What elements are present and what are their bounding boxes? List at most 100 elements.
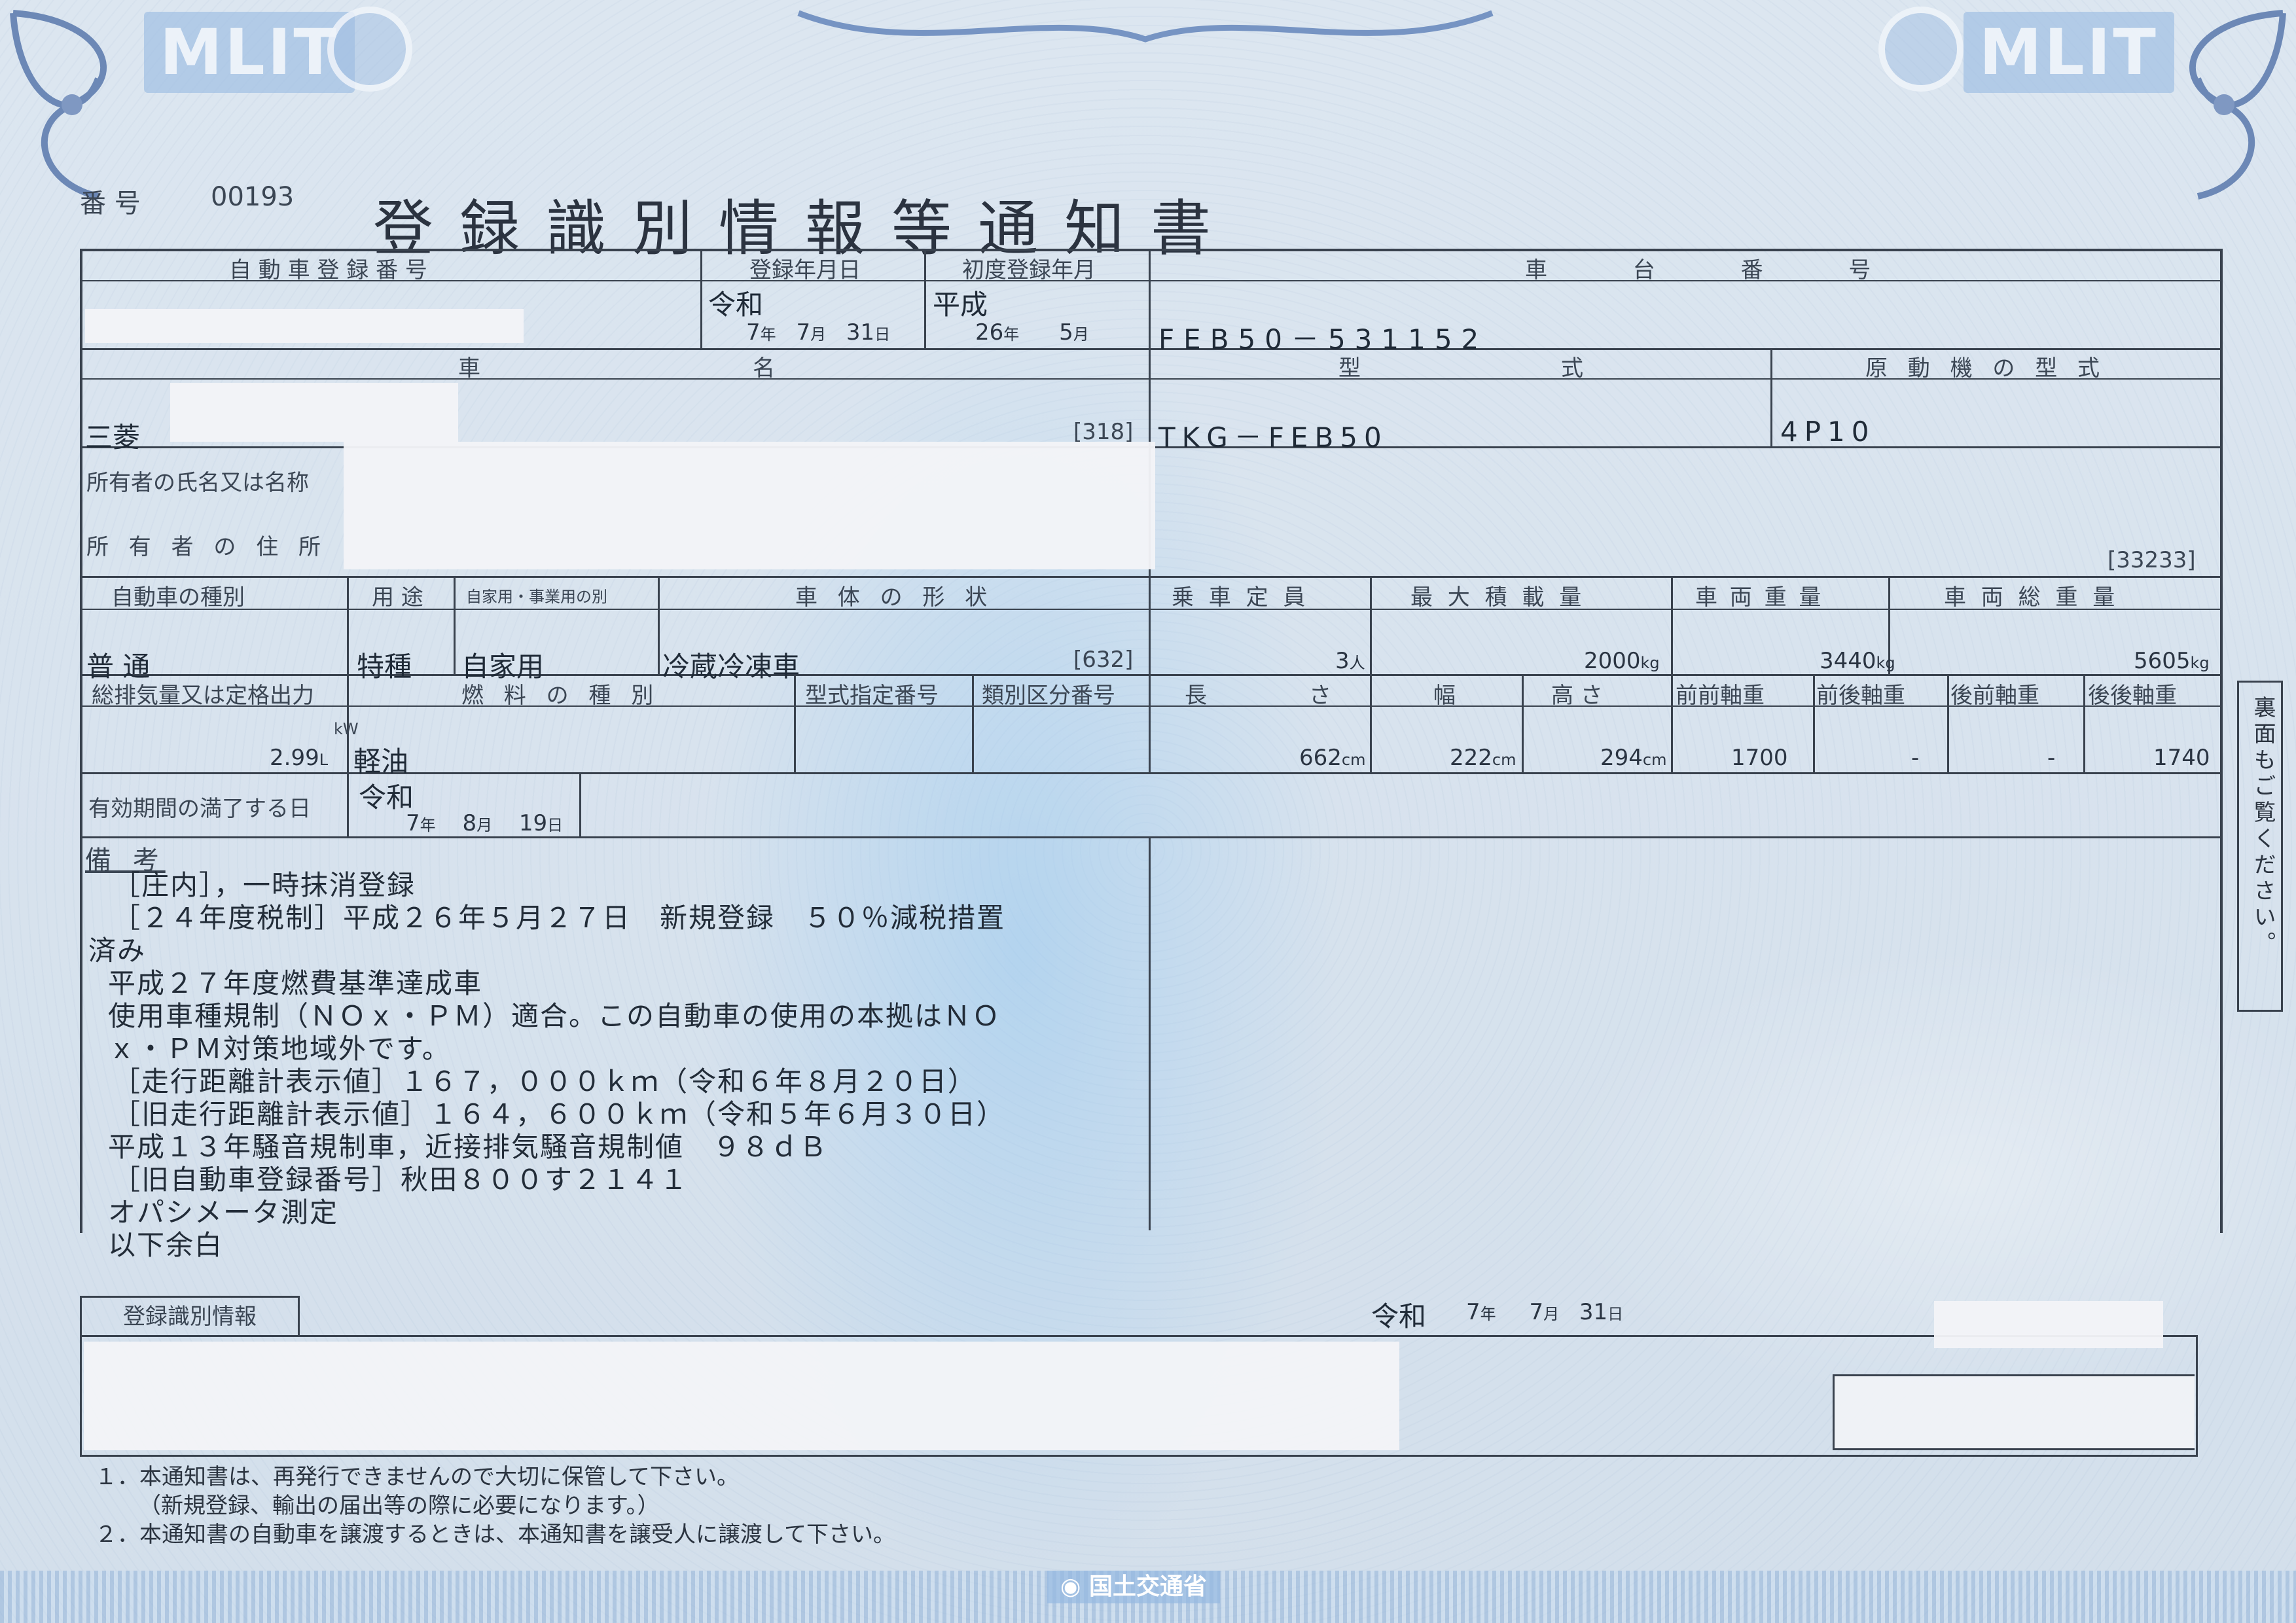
registration-era: 令和 — [708, 289, 764, 321]
note-line: ２．本通知書の自動車を譲渡するときは、本通知書を譲受人に譲渡して下さい。 — [95, 1522, 895, 1548]
divider — [700, 249, 702, 348]
expiry-label: 有効期間の満了する日 — [88, 796, 311, 822]
engine-model-label: 原 動 機 の 型 式 — [1865, 355, 2107, 382]
fuel-type-value: 軽油 — [353, 745, 409, 777]
front-rear-axle-value: - — [1911, 745, 1920, 771]
mlit-logo-left: MLIT — [144, 12, 355, 93]
first-registration-date: 26年 5月 — [975, 319, 1089, 346]
body-shape-value: 冷蔵冷凍車 — [662, 651, 800, 683]
divider — [658, 576, 660, 674]
remark-line: 以下余白 — [108, 1229, 224, 1261]
remark-line: ［走行距離計表示値］１６７，０００ｋｍ（令和６年８月２０日） — [113, 1065, 977, 1097]
width-value: 222cm — [1450, 745, 1516, 771]
redacted-reg-info — [84, 1342, 1399, 1450]
height-value: 294cm — [1600, 745, 1667, 771]
remark-line: ［庄内］，一時抹消登録 — [113, 869, 416, 901]
footer-logo-text: 国土交通省 — [1088, 1573, 1207, 1600]
corner-ornament-left — [10, 10, 107, 200]
divider — [347, 772, 349, 838]
document-number-label: 番 号 — [80, 188, 141, 219]
vehicle-name: 三菱 — [85, 421, 141, 454]
redacted-registration-number — [85, 309, 524, 343]
vehicle-name-code: [318] — [1073, 419, 1134, 445]
redacted-issuer — [1934, 1301, 2163, 1348]
side-note-box: 裏面もご覧ください。 — [2237, 681, 2283, 1012]
vehicle-name-label-2: 名 — [753, 355, 775, 382]
remark-line: 平成２７年度燃費基準達成車 — [108, 967, 483, 999]
remark-line: ［旧走行距離計表示値］１６４，６００ｋｍ（令和５年６月３０日） — [113, 1098, 1006, 1130]
owner-name-label: 所有者の氏名又は名称 — [86, 470, 309, 496]
displacement-label: 総排気量又は定格出力 — [92, 683, 314, 709]
divider — [2083, 674, 2085, 772]
issue-date: 7年 7月 31日 — [1466, 1299, 1624, 1325]
remark-line: ｘ・ＰＭ対策地域外です。 — [108, 1033, 451, 1065]
divider — [1522, 674, 1524, 772]
mlit-footer-logo: ◉ 国土交通省 — [1047, 1571, 1220, 1603]
remarks-text: ［庄内］，一時抹消登録 ［２４年度税制］平成２６年５月２７日 新規登録 ５０％減… — [88, 869, 1006, 1262]
divider — [579, 772, 581, 838]
kw-unit: kW — [334, 720, 359, 738]
mlit-mark-icon: ◉ — [1060, 1573, 1081, 1600]
chassis-number: FEB50－531152 — [1158, 323, 1488, 355]
gross-weight-value: 5605kg — [2134, 648, 2210, 674]
private-business-label: 自家用・事業用の別 — [466, 588, 607, 606]
model-designation-label: 型式指定番号 — [805, 683, 939, 709]
corner-ornament-right — [2189, 10, 2286, 200]
divider — [1671, 576, 1673, 674]
model-label-2: 式 — [1561, 355, 1583, 382]
front-front-axle-value: 1700 — [1731, 745, 1788, 771]
rear-rear-axle-label: 後後軸重 — [2088, 683, 2177, 709]
gross-weight-label: 車 両 総 重 量 — [1944, 584, 2119, 611]
redacted-vehicle-name — [170, 383, 458, 442]
rear-rear-axle-value: 1740 — [2153, 745, 2210, 771]
chassis-number-label: 車 台 番 号 — [1525, 257, 1910, 283]
length-value: 662cm — [1299, 745, 1366, 771]
rear-front-axle-label: 後前軸重 — [1950, 683, 2039, 709]
divider — [1149, 838, 1151, 1230]
front-rear-axle-label: 前後軸重 — [1816, 683, 1905, 709]
height-label: 高 さ — [1551, 683, 1603, 709]
fuel-type-label: 燃 料 の 種 別 — [461, 683, 660, 709]
model-label-1: 型 — [1338, 355, 1361, 382]
divider — [1770, 348, 1772, 446]
divider — [347, 576, 349, 674]
owner-address-label: 所 有 者 の 住 所 — [86, 534, 328, 560]
remark-line: ［２４年度税制］平成２６年５月２７日 新規登録 ５０％減税措置 — [113, 902, 1006, 934]
mlit-emblem-right — [1878, 7, 1964, 92]
redacted-owner — [344, 442, 1155, 569]
front-front-axle-label: 前前軸重 — [1676, 683, 1765, 709]
capacity-value: 3人 — [1335, 648, 1365, 674]
first-registration-era: 平成 — [933, 289, 988, 321]
body-shape-label: 車 体 の 形 状 — [795, 584, 994, 611]
divider — [1947, 674, 1949, 772]
max-load-value: 2000kg — [1584, 648, 1660, 674]
vehicle-name-label-1: 車 — [458, 355, 480, 382]
seal-box — [1833, 1374, 2195, 1450]
body-shape-code: [632] — [1073, 647, 1134, 673]
divider — [794, 674, 796, 772]
divider — [1149, 576, 1151, 772]
mlit-emblem-left — [327, 7, 412, 92]
use-label: 用 途 — [372, 584, 423, 611]
divider — [924, 249, 926, 348]
remark-line: オパシメータ測定 — [108, 1196, 339, 1228]
document-number: 00193 — [211, 182, 295, 212]
expiry-date: 7年 8月 19日 — [406, 810, 564, 836]
length-label-2: さ — [1309, 683, 1331, 709]
note-line: （新規登録、輸出の届出等の際に必要になります。） — [128, 1493, 660, 1519]
remark-line: 済み — [88, 935, 147, 967]
divider — [1813, 674, 1815, 772]
width-label: 幅 — [1433, 683, 1456, 709]
side-note: 裏面もご覧ください。 — [2250, 696, 2276, 957]
engine-model-value: 4P10 — [1780, 416, 1876, 448]
issue-era: 令和 — [1371, 1300, 1427, 1332]
model-value: TKG－FEB50 — [1158, 421, 1388, 454]
expiry-era: 令和 — [359, 781, 414, 813]
divider — [1370, 576, 1372, 772]
note-line: １．本通知書は、再発行できませんので大切に保管して下さい。 — [95, 1464, 739, 1490]
registration-date: 7年 7月 31日 — [746, 319, 891, 346]
divider — [972, 674, 974, 772]
vehicle-weight-value: 3440kg — [1820, 648, 1895, 674]
reg-info-label: 登録識別情報 — [123, 1304, 257, 1330]
first-registration-label: 初度登録年月 — [962, 257, 1096, 283]
